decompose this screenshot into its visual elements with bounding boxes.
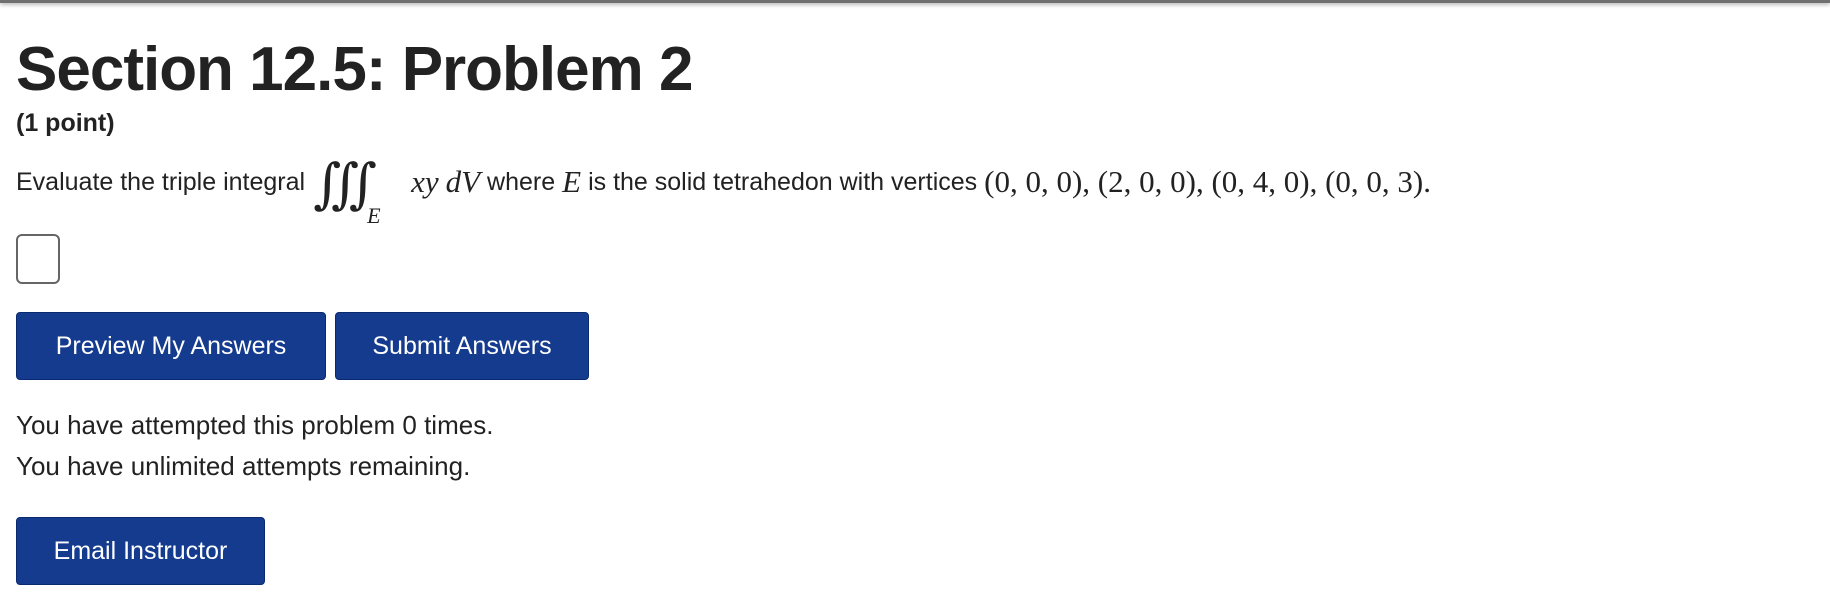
- attempt-status: You have attempted this problem 0 times.…: [16, 405, 1806, 487]
- problem-page: Section 12.5: Problem 2 (1 point) Evalua…: [16, 34, 1806, 585]
- triple-integral: ∭ E: [313, 152, 405, 230]
- top-window-shadow: [0, 0, 1830, 3]
- preview-answers-button[interactable]: Preview My Answers: [16, 312, 326, 380]
- problem-prefix: Evaluate the triple integral: [16, 168, 306, 196]
- instructor-contact: Email Instructor: [16, 517, 1806, 585]
- set-variable: E: [562, 164, 582, 199]
- where-text: where: [487, 168, 556, 196]
- problem-statement: Evaluate the triple integral ∭ E xy dV w…: [16, 152, 1806, 230]
- vertex-list: (0, 0, 0), (2, 0, 0), (0, 4, 0), (0, 0, …: [984, 164, 1431, 199]
- integrand-dv: dV: [445, 164, 481, 199]
- answer-actions: Preview My Answers Submit Answers: [16, 312, 1806, 380]
- triple-integral-symbol: ∭: [313, 152, 377, 215]
- point-value: (1 point): [16, 109, 115, 137]
- integral-subscript: E: [367, 203, 381, 228]
- email-instructor-button[interactable]: Email Instructor: [16, 517, 265, 585]
- page-title: Section 12.5: Problem 2: [16, 35, 693, 104]
- solid-description: is the solid tetrahedon with vertices: [588, 168, 978, 196]
- attempts-remaining: You have unlimited attempts remaining.: [16, 451, 471, 481]
- answer-input[interactable]: [16, 234, 60, 284]
- submit-answers-button[interactable]: Submit Answers: [335, 312, 589, 380]
- attempts-count: You have attempted this problem 0 times.: [16, 410, 494, 440]
- integrand-xy: xy: [411, 164, 439, 199]
